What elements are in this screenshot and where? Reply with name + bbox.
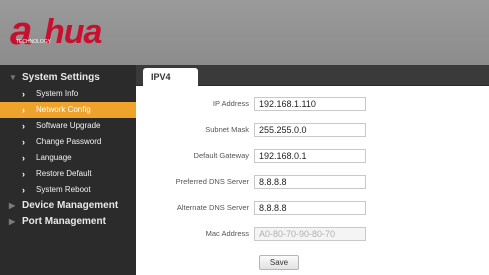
save-button[interactable]: Save [259, 255, 299, 270]
collapse-icon: ▶ [9, 201, 16, 210]
sidebar-group-label: Device Management [22, 200, 119, 211]
chevron-right-icon: › [22, 89, 25, 99]
chevron-right-icon: › [22, 185, 25, 195]
sidebar-item-label: Software Upgrade [36, 121, 101, 130]
mac-address-row: Mac Address A0-80-70-90-80-70 [136, 227, 489, 243]
sidebar-group-device-management[interactable]: ▶ Device Management [0, 198, 136, 214]
tab-bar: IPV4 [136, 65, 489, 86]
alternate-dns-input[interactable]: 8.8.8.8 [254, 201, 366, 215]
mac-address-label: Mac Address [205, 229, 249, 238]
sidebar-item-change-password[interactable]: › Change Password [0, 134, 136, 150]
sidebar-item-label: System Reboot [36, 185, 91, 194]
sidebar-item-label: Language [36, 153, 72, 162]
header-bar: a hua TECHNOLOGY [0, 0, 489, 65]
preferred-dns-input[interactable]: 8.8.8.8 [254, 175, 366, 189]
ip-address-input[interactable]: 192.168.1.110 [254, 97, 366, 111]
sidebar-item-system-info[interactable]: › System Info [0, 86, 136, 102]
alternate-dns-row: Alternate DNS Server 8.8.8.8 [136, 201, 489, 217]
logo-word: hua [44, 13, 102, 51]
collapse-icon: ▶ [9, 217, 16, 226]
chevron-right-icon: › [22, 169, 25, 179]
chevron-right-icon: › [22, 153, 25, 163]
sidebar-item-label: Change Password [36, 137, 102, 146]
alternate-dns-label: Alternate DNS Server [176, 203, 249, 212]
sidebar-item-restore-default[interactable]: › Restore Default [0, 166, 136, 182]
sidebar-group-port-management[interactable]: ▶ Port Management [0, 214, 136, 230]
logo-tagline: TECHNOLOGY [16, 39, 52, 45]
subnet-mask-row: Subnet Mask 255.255.0.0 [136, 123, 489, 139]
expand-icon: ▼ [9, 73, 17, 82]
sidebar-item-network-config[interactable]: › Network Config [0, 102, 136, 118]
sidebar-item-label: Restore Default [36, 169, 92, 178]
sidebar-item-software-upgrade[interactable]: › Software Upgrade [0, 118, 136, 134]
preferred-dns-row: Preferred DNS Server 8.8.8.8 [136, 175, 489, 191]
sidebar-group-label: System Settings [22, 72, 100, 83]
sidebar-item-label: Network Config [36, 105, 91, 114]
chevron-right-icon: › [22, 105, 25, 115]
main-content: IPV4 IP Address 192.168.1.110 Subnet Mas… [136, 65, 489, 275]
subnet-mask-label: Subnet Mask [205, 125, 249, 134]
default-gateway-label: Default Gateway [193, 151, 249, 160]
ip-address-label: IP Address [212, 99, 249, 108]
sidebar: ▼ System Settings › System Info › Networ… [0, 65, 136, 275]
subnet-mask-input[interactable]: 255.255.0.0 [254, 123, 366, 137]
default-gateway-input[interactable]: 192.168.0.1 [254, 149, 366, 163]
default-gateway-row: Default Gateway 192.168.0.1 [136, 149, 489, 165]
ip-address-row: IP Address 192.168.1.110 [136, 97, 489, 113]
tab-ipv4[interactable]: IPV4 [143, 68, 198, 86]
preferred-dns-label: Preferred DNS Server [175, 177, 249, 186]
chevron-right-icon: › [22, 121, 25, 131]
sidebar-item-system-reboot[interactable]: › System Reboot [0, 182, 136, 198]
mac-address-input: A0-80-70-90-80-70 [254, 227, 366, 241]
dahua-logo: a hua TECHNOLOGY [10, 11, 120, 52]
sidebar-item-language[interactable]: › Language [0, 150, 136, 166]
sidebar-group-system-settings[interactable]: ▼ System Settings [0, 70, 136, 86]
chevron-right-icon: › [22, 137, 25, 147]
sidebar-group-label: Port Management [22, 216, 106, 227]
sidebar-item-label: System Info [36, 89, 79, 98]
